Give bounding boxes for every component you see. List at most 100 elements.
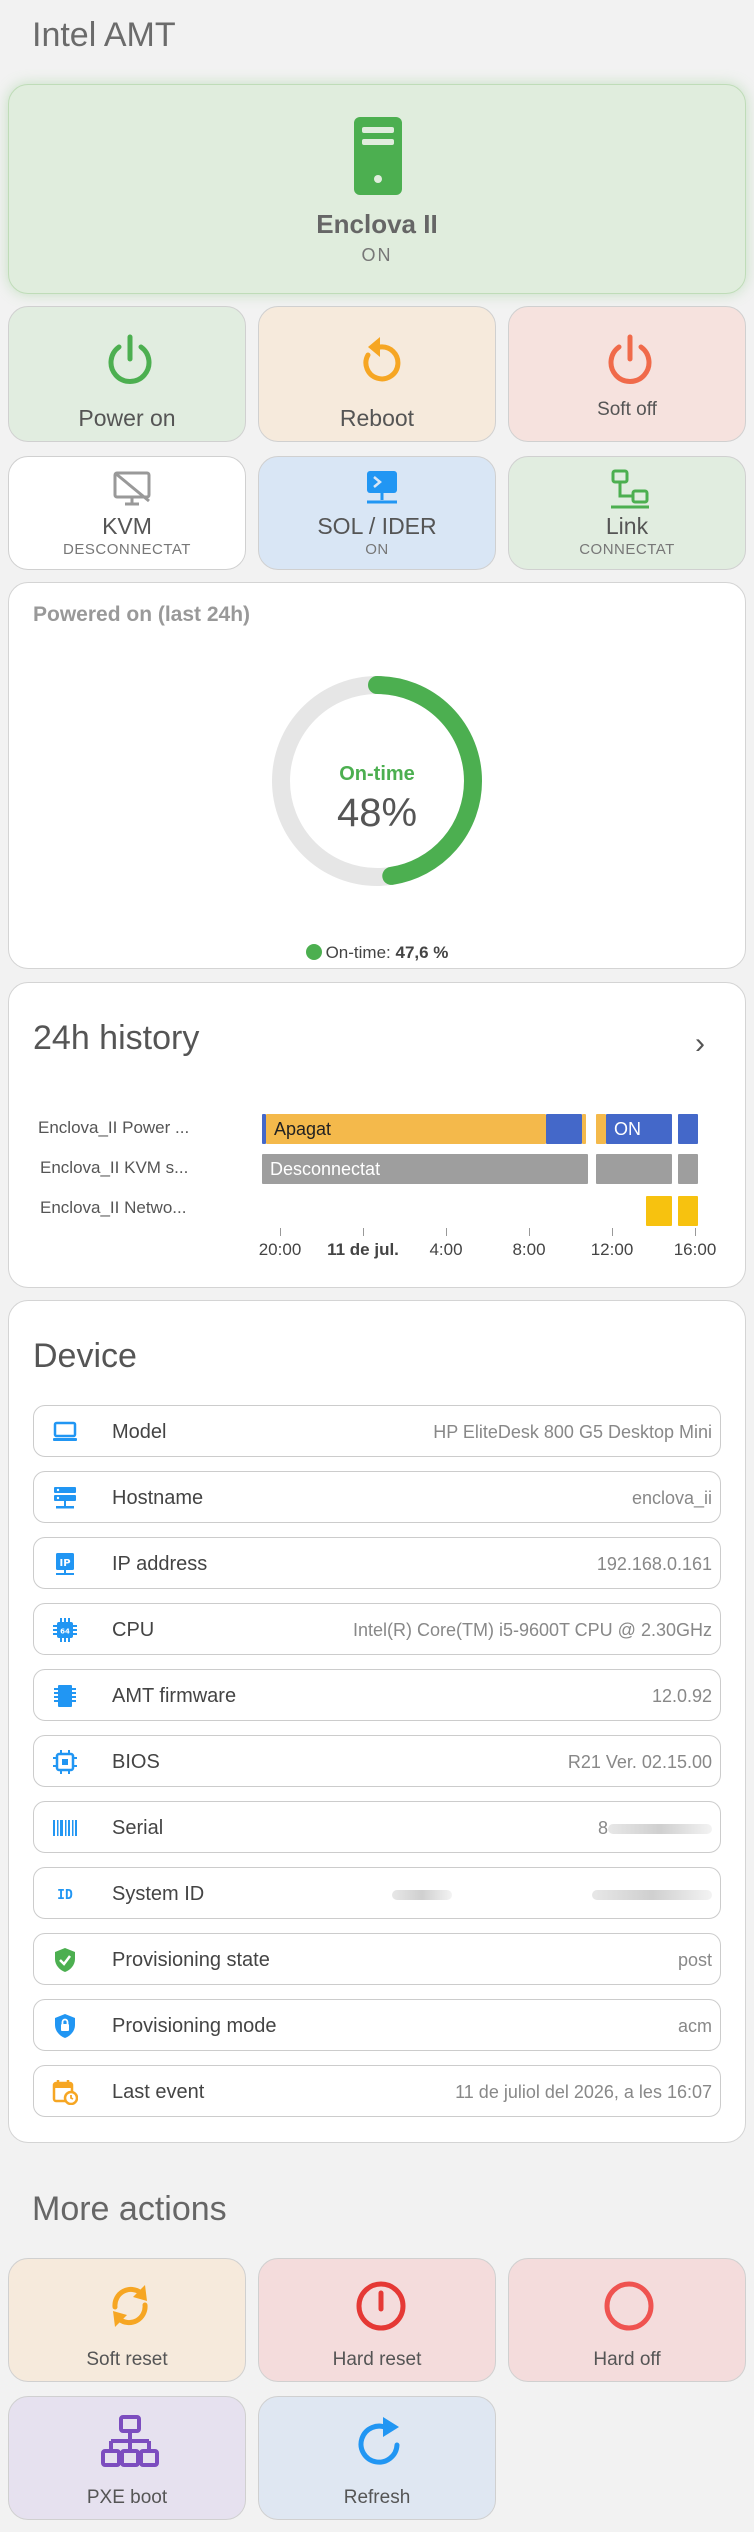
power-icon	[108, 334, 152, 384]
hard-off-button[interactable]: Hard off	[508, 2258, 746, 2382]
pxe-boot-button[interactable]: PXE boot	[8, 2396, 246, 2520]
power-on-button[interactable]: Power on	[8, 306, 246, 442]
history-row-label: Enclova_II Power ...	[38, 1118, 190, 1137]
device-card: Device Model HP EliteDesk 800 G5 Desktop…	[8, 1300, 746, 2143]
device-row-label: AMT firmware	[112, 1685, 237, 1707]
history-segment[interactable]	[678, 1196, 698, 1226]
refresh-button[interactable]: Refresh	[258, 2396, 496, 2520]
kvm-label: KVM	[102, 513, 152, 539]
memory-icon	[54, 1685, 76, 1707]
device-row-cpu[interactable]: 64 CPU Intel(R) Core(TM) i5-9600T CPU @ …	[33, 1603, 721, 1655]
device-row-serial[interactable]: Serial 8	[33, 1801, 721, 1853]
history-segment[interactable]	[582, 1114, 586, 1144]
power-off-circle-icon	[604, 2281, 654, 2331]
redacted-value	[608, 1824, 712, 1835]
history-segment-label: Desconnectat	[270, 1159, 381, 1179]
device-title: Device	[33, 1337, 137, 1375]
device-row-value: 11 de juliol del 2026, a les 16:07	[455, 2082, 712, 2102]
device-row-ip[interactable]: IP IP address 192.168.0.161	[33, 1537, 721, 1589]
shield-check-icon	[55, 1948, 75, 1972]
uptime-title: Powered on (last 24h)	[33, 603, 251, 626]
device-row-bios[interactable]: BIOS R21 Ver. 02.15.00	[33, 1735, 721, 1787]
uptime-donut	[272, 676, 482, 886]
sol-ider-tile[interactable]: SOL / IDER ON	[258, 456, 496, 570]
device-row-label: BIOS	[112, 1751, 160, 1773]
link-label: Link	[605, 513, 649, 539]
redacted-value	[392, 1890, 452, 1901]
device-row-label: Provisioning state	[112, 1949, 270, 1971]
device-row-label: Last event	[112, 2081, 205, 2103]
link-tile[interactable]: Link CONNECTAT	[508, 456, 746, 570]
redacted-value	[592, 1890, 712, 1901]
device-row-hostname[interactable]: Hostname enclova_ii	[33, 1471, 721, 1523]
reboot-button[interactable]: Reboot	[258, 306, 496, 442]
history-title: 24h history	[33, 1019, 200, 1057]
sol-ider-status: ON	[365, 541, 389, 558]
device-row-provisioning-mode[interactable]: Provisioning mode acm	[33, 1999, 721, 2051]
legend-value: 47,6 %	[395, 943, 449, 962]
axis-tick	[612, 1228, 613, 1236]
more-actions-title: More actions	[32, 2190, 227, 2228]
axis-tick	[529, 1228, 530, 1236]
barcode-icon	[53, 1820, 77, 1836]
device-status-card[interactable]: Enclova II ON	[8, 84, 746, 294]
device-state: ON	[361, 245, 393, 265]
refresh-icon	[358, 2417, 400, 2465]
power-icon	[608, 334, 652, 384]
device-row-label: IP address	[112, 1553, 208, 1575]
axis-label: 20:00	[258, 1240, 302, 1259]
legend-dot	[305, 944, 322, 960]
device-row-value: enclova_ii	[631, 1488, 712, 1508]
device-row-last-event[interactable]: Last event 11 de juliol del 2026, a les …	[33, 2065, 721, 2117]
device-row-value: Intel(R) Core(TM) i5-9600T CPU @ 2.30GHz	[352, 1620, 712, 1640]
pxe-boot-label: PXE boot	[86, 2487, 168, 2508]
device-row-provisioning-state[interactable]: Provisioning state post	[33, 1933, 721, 1985]
history-segment[interactable]	[678, 1114, 698, 1144]
page-title: Intel AMT	[32, 16, 176, 54]
shield-lock-icon	[55, 2014, 75, 2038]
device-row-label: Model	[112, 1421, 167, 1443]
link-status: CONNECTAT	[579, 541, 675, 558]
axis-label: 4:00	[429, 1240, 463, 1259]
uptime-legend: On-time: 47,6 %	[9, 943, 745, 963]
server-icon	[54, 1487, 76, 1509]
calendar-clock-icon	[52, 2080, 78, 2105]
soft-off-button[interactable]: Soft off	[508, 306, 746, 442]
device-row-value: acm	[677, 2016, 712, 2036]
hard-reset-button[interactable]: Hard reset	[258, 2258, 496, 2382]
history-segment[interactable]	[678, 1154, 698, 1184]
restart-icon	[363, 337, 401, 382]
sol-ider-label: SOL / IDER	[317, 513, 437, 539]
axis-tick	[446, 1228, 447, 1236]
power-cycle-icon	[356, 2281, 406, 2331]
monitor-off-icon	[113, 471, 151, 506]
chevron-right-icon[interactable]: ›	[695, 1027, 705, 1061]
device-row-label: Hostname	[112, 1487, 204, 1509]
hard-reset-label: Hard reset	[332, 2349, 422, 2370]
history-segment[interactable]	[596, 1114, 606, 1144]
history-segment[interactable]	[596, 1154, 672, 1184]
axis-tick	[280, 1228, 281, 1236]
history-segment[interactable]	[546, 1114, 582, 1144]
device-row-label: CPU	[112, 1619, 155, 1641]
history-segment-label: Apagat	[274, 1119, 332, 1139]
axis-label: 8:00	[512, 1240, 546, 1259]
sync-icon	[112, 2285, 148, 2327]
device-row-value-wrap	[392, 1884, 712, 1905]
device-row-amt-firmware[interactable]: AMT firmware 12.0.92	[33, 1669, 721, 1721]
soft-reset-button[interactable]: Soft reset	[8, 2258, 246, 2382]
ip-icon: IP	[56, 1553, 74, 1575]
soft-off-label: Soft off	[597, 399, 657, 420]
history-segment[interactable]	[646, 1196, 672, 1226]
device-row-model[interactable]: Model HP EliteDesk 800 G5 Desktop Mini	[33, 1405, 721, 1457]
refresh-label: Refresh	[343, 2487, 411, 2508]
device-row-value-wrap: 8	[598, 1818, 712, 1839]
device-row-value: 8	[597, 1818, 608, 1838]
history-row-label: Enclova_II KVM s...	[40, 1158, 189, 1177]
soft-reset-label: Soft reset	[86, 2349, 168, 2370]
axis-tick	[695, 1228, 696, 1236]
laptop-icon	[53, 1421, 77, 1441]
device-row-value: 192.168.0.161	[596, 1554, 712, 1574]
device-row-system-id[interactable]: ID System ID	[33, 1867, 721, 1919]
kvm-tile[interactable]: KVM DESCONNECTAT	[8, 456, 246, 570]
